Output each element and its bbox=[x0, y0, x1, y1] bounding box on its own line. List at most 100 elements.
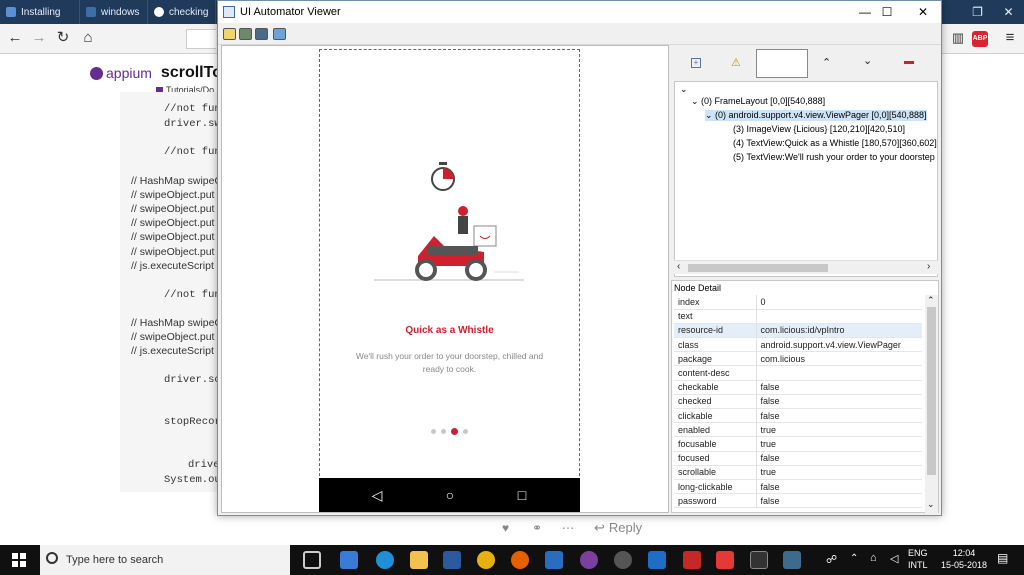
file-explorer-icon[interactable] bbox=[410, 551, 428, 569]
like-icon[interactable]: ♥ bbox=[502, 521, 509, 535]
tree-node[interactable]: ⌄ (0) FrameLayout [0,0][540,888] bbox=[691, 96, 825, 107]
save-icon[interactable] bbox=[273, 28, 286, 40]
tree-node[interactable]: (4) TextView:Quick as a Whistle [180,570… bbox=[733, 138, 937, 148]
site-logo-text[interactable]: appium bbox=[106, 65, 152, 81]
menu-icon[interactable]: ≡ bbox=[1000, 28, 1020, 48]
code-line: driver.sw bbox=[164, 118, 221, 130]
show-hidden-icons[interactable]: ⌃ bbox=[850, 553, 858, 564]
property-row[interactable]: class android.support.v4.view.ViewPager bbox=[674, 337, 922, 353]
tree-node-label: (0) FrameLayout [0,0][540,888] bbox=[701, 96, 826, 106]
android-studio-icon[interactable] bbox=[443, 551, 461, 569]
home-icon[interactable]: ⌂ bbox=[78, 28, 98, 48]
property-row[interactable]: resource-id com.licious:id/vpIntro bbox=[674, 323, 922, 339]
chrome-icon[interactable] bbox=[477, 551, 495, 569]
reply-button[interactable]: ↩ Reply bbox=[594, 520, 642, 536]
scroll-right-icon[interactable]: › bbox=[927, 261, 930, 272]
forward-icon[interactable]: → bbox=[29, 28, 49, 48]
nav-recents-icon[interactable]: □ bbox=[512, 485, 532, 505]
intellij-icon[interactable] bbox=[648, 551, 666, 569]
property-row[interactable]: package com.licious bbox=[674, 351, 922, 367]
address-bar[interactable] bbox=[186, 29, 216, 49]
property-row[interactable]: password false bbox=[674, 493, 922, 509]
clear-icon[interactable] bbox=[904, 61, 914, 64]
reader-icon[interactable]: ▥ bbox=[948, 28, 968, 48]
property-row[interactable]: index 0 bbox=[674, 295, 922, 310]
windows-start-icon[interactable] bbox=[12, 553, 26, 567]
property-row[interactable]: focusable true bbox=[674, 436, 922, 452]
code-line: // swipeObject.put bbox=[131, 331, 215, 343]
property-row[interactable]: checked false bbox=[674, 394, 922, 410]
nav-home-icon[interactable]: ○ bbox=[440, 485, 460, 505]
onboarding-headline: Quick as a Whistle bbox=[405, 325, 494, 336]
code-line: driver.sc bbox=[164, 374, 221, 386]
property-value: android.support.v4.view.ViewPager bbox=[756, 337, 922, 353]
app-icon[interactable] bbox=[716, 551, 734, 569]
browser-tab[interactable]: checking bbox=[148, 0, 216, 24]
property-row[interactable]: checkable false bbox=[674, 380, 922, 395]
tree-node[interactable]: (3) ImageView {Licious} [120,210][420,51… bbox=[733, 124, 905, 134]
browser-tab[interactable]: Installing bbox=[0, 0, 80, 24]
restore-icon[interactable]: ❐ bbox=[962, 0, 993, 24]
property-row[interactable]: content-desc bbox=[674, 365, 922, 381]
compressed-screenshot-icon[interactable] bbox=[255, 28, 268, 40]
taskbar-search-box[interactable]: Type here to search bbox=[40, 545, 290, 575]
page-indicator bbox=[319, 427, 580, 435]
store-icon[interactable] bbox=[340, 551, 358, 569]
input-language[interactable]: ENG INTL bbox=[908, 547, 928, 571]
close-icon[interactable]: ✕ bbox=[993, 0, 1024, 24]
uiautomator-taskbar-icon[interactable] bbox=[783, 551, 801, 569]
edge-icon[interactable] bbox=[376, 551, 394, 569]
scroll-thumb[interactable] bbox=[927, 307, 936, 475]
property-row[interactable]: text bbox=[674, 309, 922, 324]
nav-back-icon[interactable]: ◁ bbox=[367, 485, 387, 505]
tree-node[interactable]: (5) TextView:We'll rush your order to yo… bbox=[733, 152, 935, 162]
reply-label: Reply bbox=[608, 520, 643, 535]
device-screenshot-icon[interactable] bbox=[239, 28, 252, 40]
link-icon[interactable]: ⚭ bbox=[532, 521, 542, 535]
property-row[interactable]: focused false bbox=[674, 451, 922, 466]
scroll-left-icon[interactable]: ‹ bbox=[677, 261, 680, 272]
property-row[interactable]: long-clickable false bbox=[674, 479, 922, 495]
warning-icon[interactable]: ⚠ bbox=[731, 56, 741, 69]
tool-icon[interactable] bbox=[545, 551, 563, 569]
app-icon[interactable] bbox=[683, 551, 701, 569]
property-row[interactable]: clickable false bbox=[674, 408, 922, 424]
scroll-up-icon[interactable]: ⌃ bbox=[927, 295, 935, 306]
more-icon[interactable]: ⋯ bbox=[562, 521, 574, 535]
scroll-down-icon[interactable]: ⌄ bbox=[927, 499, 935, 510]
notifications-icon[interactable]: ▤ bbox=[997, 551, 1008, 565]
reload-icon[interactable]: ↻ bbox=[53, 28, 73, 48]
code-line: stopRecor bbox=[164, 416, 221, 428]
command-prompt-icon[interactable] bbox=[750, 551, 768, 569]
app-icon[interactable] bbox=[614, 551, 632, 569]
back-icon[interactable]: ← bbox=[5, 28, 25, 48]
code-line: drive bbox=[188, 459, 220, 471]
search-field[interactable] bbox=[756, 49, 808, 78]
property-value: com.licious:id/vpIntro bbox=[756, 323, 922, 339]
detail-vertical-scrollbar[interactable]: ⌃ ⌄ bbox=[925, 295, 938, 513]
search-icon bbox=[46, 552, 58, 564]
open-folder-icon[interactable] bbox=[223, 28, 236, 40]
task-view-icon[interactable] bbox=[303, 551, 321, 569]
property-row[interactable]: enabled true bbox=[674, 422, 922, 438]
property-row[interactable]: scrollable true bbox=[674, 465, 922, 480]
appium-icon[interactable] bbox=[580, 551, 598, 569]
close-icon[interactable]: ✕ bbox=[900, 1, 946, 23]
browser-tab[interactable]: windows bbox=[80, 0, 148, 24]
people-icon[interactable]: ☍ bbox=[826, 553, 837, 566]
tree-node[interactable]: ⌄ (0) android.support.v4.view.ViewPager … bbox=[705, 110, 927, 121]
tree-expander-icon[interactable]: ⌄ bbox=[705, 110, 715, 120]
tree-horizontal-scrollbar[interactable]: ‹ › bbox=[674, 260, 938, 274]
next-match-icon[interactable]: ⌄ bbox=[863, 54, 872, 67]
scroll-thumb[interactable] bbox=[688, 264, 828, 272]
expand-all-icon[interactable]: + bbox=[691, 58, 701, 68]
tree-expander-icon[interactable]: ⌄ bbox=[691, 96, 701, 106]
collapse-icon[interactable]: ⌄ bbox=[680, 84, 688, 95]
network-icon[interactable]: ⌂ bbox=[870, 552, 877, 564]
site-header: appium scrollTo bbox=[90, 64, 222, 82]
firefox-icon[interactable] bbox=[511, 551, 529, 569]
volume-icon[interactable]: ◁ bbox=[890, 552, 898, 565]
clock[interactable]: 12:04 15-05-2018 bbox=[938, 547, 990, 571]
adblock-icon[interactable]: ABP bbox=[972, 31, 988, 47]
prev-match-icon[interactable]: ⌃ bbox=[822, 56, 831, 69]
